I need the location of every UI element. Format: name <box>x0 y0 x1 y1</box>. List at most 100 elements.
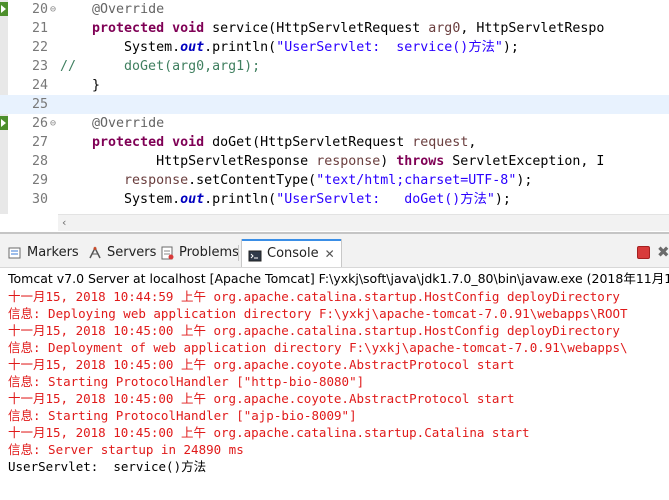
code-line[interactable]: 28 HttpServletResponse response) throws … <box>0 152 669 171</box>
console-line: 十一月15, 2018 10:45:00 上午 org.apache.catal… <box>8 323 620 338</box>
console-icon <box>248 247 262 261</box>
markers-icon <box>8 246 22 260</box>
line-number: 29 <box>31 173 48 188</box>
code-token: "UserServlet: doGet()方法" <box>276 192 495 207</box>
line-number: 23 <box>31 59 48 74</box>
code-text: @Override <box>60 0 164 19</box>
code-editor[interactable]: 20 ⊖ @Override 21 protected void service(H… <box>0 0 669 232</box>
problems-icon <box>160 246 174 260</box>
close-icon[interactable]: ✕ <box>325 241 335 267</box>
code-token: service(HttpServletRequest <box>204 21 429 36</box>
fold-collapse-icon[interactable]: ⊖ <box>48 114 58 133</box>
code-token: doGet(HttpServletRequest <box>204 135 413 150</box>
code-token: void <box>172 135 205 150</box>
console-line: 十一月15, 2018 10:44:59 上午 org.apache.catal… <box>8 289 620 304</box>
console-line: 信息: Deployment of web application direct… <box>8 340 628 355</box>
console-line: 十一月15, 2018 10:45:00 上午 org.apache.coyot… <box>8 357 515 372</box>
tab-problems-label: Problems <box>179 245 239 260</box>
code-token: response <box>316 154 381 169</box>
scroll-left-icon[interactable]: ‹ <box>62 216 66 229</box>
code-line[interactable]: 25 <box>0 95 669 114</box>
console-output[interactable]: 十一月15, 2018 10:44:59 上午 org.apache.catal… <box>0 288 669 500</box>
console-line: 信息: Deploying web application directory … <box>8 306 628 321</box>
code-text: System.out.println("UserServlet: service… <box>60 38 519 57</box>
line-number: 28 <box>31 154 48 169</box>
line-number: 22 <box>31 40 48 55</box>
code-token: ); <box>502 40 519 55</box>
console-line: 十一月15, 2018 10:45:00 上午 org.apache.catal… <box>8 425 530 440</box>
line-number: 25 <box>31 97 48 112</box>
bottom-panel: Markers Servers Problems Console ✕ ✖ Tom… <box>0 232 669 500</box>
line-number: 20 <box>31 2 48 17</box>
code-line[interactable]: 24 } <box>0 76 669 95</box>
console-line: 十一月15, 2018 10:45:00 上午 org.apache.coyot… <box>8 391 515 406</box>
code-token: out <box>180 192 205 207</box>
code-line[interactable]: 23 // doGet(arg0,arg1); <box>0 57 669 76</box>
code-token: .println( <box>204 192 277 207</box>
line-number: 30 <box>31 192 48 207</box>
servers-icon <box>88 246 102 260</box>
code-token: arg0 <box>428 21 461 36</box>
code-token: .setContentType( <box>188 173 317 188</box>
override-marker-icon[interactable] <box>0 2 8 16</box>
line-number: 27 <box>31 135 48 150</box>
code-token: // doGet(arg0,arg1); <box>60 59 261 74</box>
console-line: 信息: Starting ProtocolHandler ["http-bio-… <box>8 374 365 389</box>
code-token: response <box>124 173 189 188</box>
override-marker-icon[interactable] <box>0 116 8 130</box>
code-token: ) <box>380 154 397 169</box>
code-text: protected void service(HttpServletReques… <box>60 19 604 38</box>
code-line[interactable]: 27 protected void doGet(HttpServletReque… <box>0 133 669 152</box>
tab-servers-label: Servers <box>107 245 157 260</box>
code-text: HttpServletResponse response) throws Ser… <box>60 152 604 171</box>
console-launch-label: Tomcat v7.0 Server at localhost [Apache … <box>8 271 669 286</box>
remove-launch-icon[interactable]: ✖ <box>657 243 669 261</box>
code-token: System. <box>60 40 181 55</box>
code-text: } <box>60 76 100 95</box>
code-line[interactable]: 20 ⊖ @Override <box>0 0 669 19</box>
code-line[interactable]: 29 response.setContentType("text/html;ch… <box>0 171 669 190</box>
code-text: System.out.println("UserServlet: doGet()… <box>60 190 511 209</box>
tab-separator <box>238 245 239 261</box>
fold-collapse-icon[interactable]: ⊖ <box>48 0 58 19</box>
horizontal-scrollbar[interactable]: ‹ <box>58 214 669 231</box>
tab-servers[interactable]: Servers <box>88 243 156 263</box>
code-token: } <box>60 78 101 93</box>
code-text: response.setContentType("text/html;chars… <box>60 171 532 190</box>
console-line: 信息: Starting ProtocolHandler ["ajp-bio-8… <box>8 408 357 423</box>
code-token: out <box>180 40 205 55</box>
code-token: @Override <box>92 116 165 131</box>
code-token: "UserServlet: service()方法" <box>276 40 503 55</box>
code-token: System. <box>60 192 181 207</box>
line-number: 24 <box>31 78 48 93</box>
code-token: , <box>468 135 477 150</box>
line-number: 21 <box>31 21 48 36</box>
code-token: throws <box>396 154 445 169</box>
tab-markers[interactable]: Markers <box>8 243 79 263</box>
code-token: @Override <box>92 2 165 17</box>
tab-problems[interactable]: Problems <box>160 243 239 263</box>
code-line[interactable]: 26 ⊖ @Override <box>0 114 669 133</box>
code-token: protected <box>92 135 165 150</box>
panel-tab-bar: Markers Servers Problems Console ✕ ✖ <box>0 234 669 268</box>
code-token: .println( <box>204 40 277 55</box>
terminate-icon[interactable] <box>637 246 650 259</box>
code-line[interactable]: 22 System.out.println("UserServlet: serv… <box>0 38 669 57</box>
code-line[interactable]: 30 System.out.println("UserServlet: doGe… <box>0 190 669 209</box>
code-token: ServletException, I <box>444 154 605 169</box>
console-line: 信息: Server startup in 24890 ms <box>8 442 244 457</box>
code-token: , HttpServletRespo <box>460 21 605 36</box>
code-line[interactable]: 21 protected void service(HttpServletReq… <box>0 19 669 38</box>
code-token: ); <box>494 192 511 207</box>
code-token: "text/html;charset=UTF-8" <box>316 173 517 188</box>
tab-console[interactable]: Console ✕ <box>241 239 342 267</box>
code-token: protected <box>92 21 165 36</box>
code-text: protected void doGet(HttpServletRequest … <box>60 133 476 152</box>
console-line: UserServlet: service()方法 <box>8 459 207 474</box>
